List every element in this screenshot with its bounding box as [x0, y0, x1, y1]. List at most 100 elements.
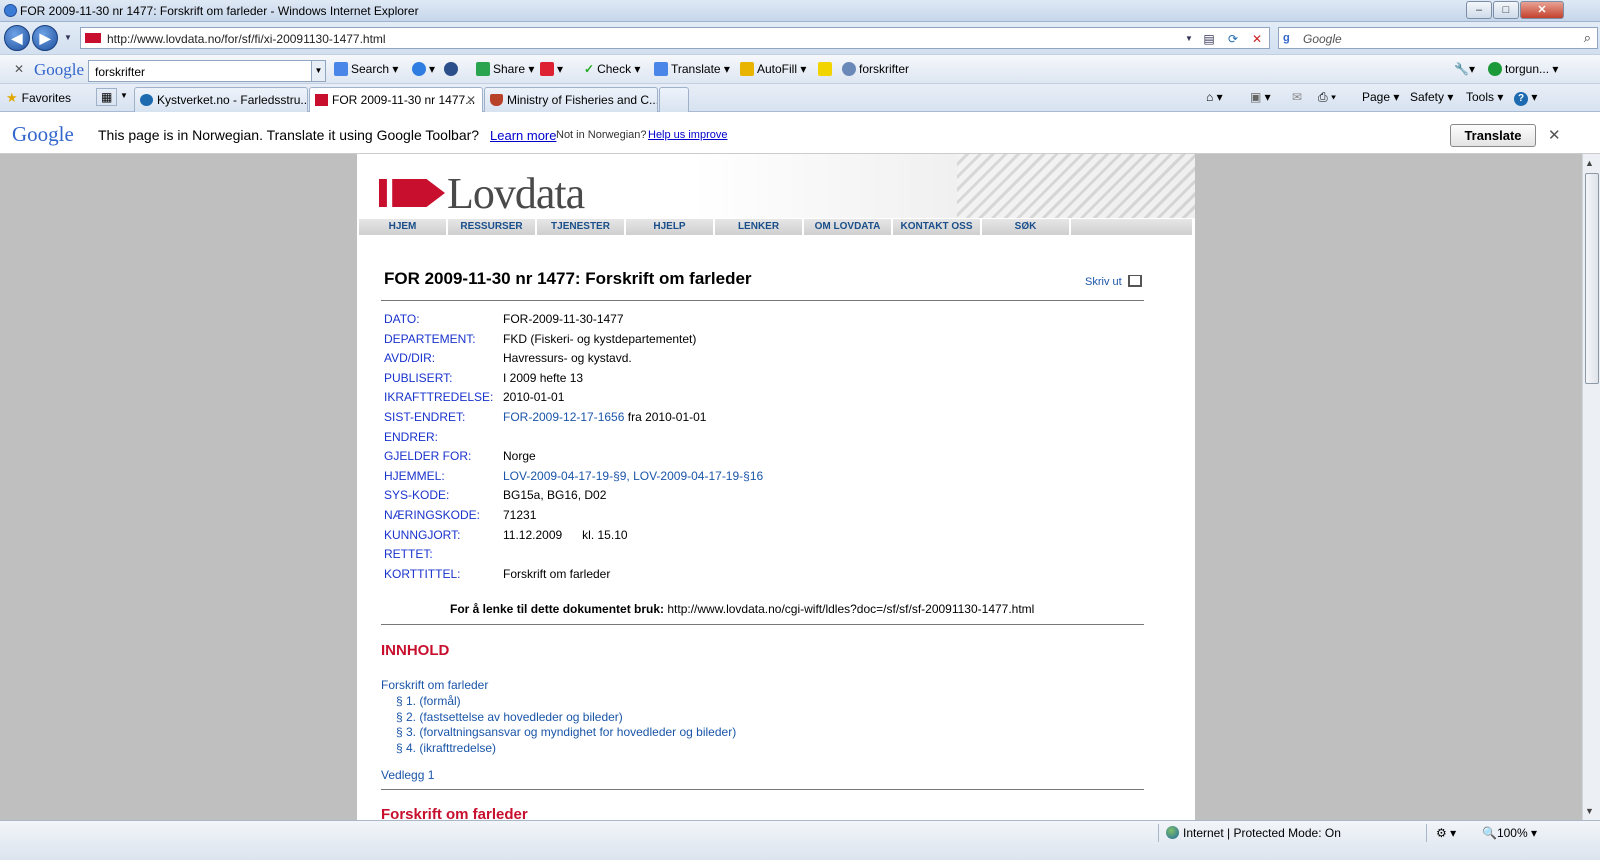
- refresh-icon[interactable]: ⟳: [1225, 31, 1241, 47]
- close-translate-bar-icon[interactable]: ✕: [1548, 126, 1561, 144]
- scroll-up-icon[interactable]: ▲: [1585, 158, 1594, 168]
- address-dropdown-icon[interactable]: ▼: [1181, 31, 1197, 47]
- page-menu[interactable]: Page ▾: [1362, 90, 1399, 104]
- zoom-icon: 🔍: [1482, 826, 1497, 840]
- maximize-button[interactable]: □: [1493, 1, 1519, 19]
- zoom-level[interactable]: 🔍100% ▾: [1482, 826, 1537, 840]
- meta-key: IKRAFTTREDELSE:: [384, 390, 494, 405]
- toc-link[interactable]: § 4. (ikrafttredelse): [396, 741, 496, 755]
- nav-ressurser[interactable]: RESSURSER: [448, 219, 536, 235]
- meta-value: I 2009 hefte 13: [503, 370, 584, 385]
- help-icon: ?: [1514, 92, 1528, 106]
- search-box[interactable]: g Google ⌕: [1278, 27, 1598, 49]
- mail-icon: ✉: [1292, 90, 1303, 104]
- scroll-down-icon[interactable]: ▼: [1585, 806, 1594, 816]
- toc-link[interactable]: § 3. (forvaltningsansvar og myndighet fo…: [396, 725, 736, 739]
- toc-link[interactable]: § 2. (fastsettelse av hovedleder og bile…: [396, 710, 623, 724]
- read-mail-button[interactable]: ✉: [1292, 90, 1302, 104]
- highlighter-icon: [818, 62, 832, 76]
- recent-pages-dropdown-icon[interactable]: ▼: [60, 30, 76, 46]
- tools-menu-label: Tools: [1466, 90, 1495, 104]
- section-heading: Forskrift om farleder: [381, 806, 528, 820]
- translate-message: This page is in Norwegian. Translate it …: [98, 127, 480, 143]
- tab-kystverket[interactable]: Kystverket.no - Farledsstru...: [134, 87, 308, 112]
- sist-endret-link[interactable]: FOR-2009-12-17-1656: [503, 410, 624, 424]
- popup-blocker-button[interactable]: [444, 62, 461, 76]
- toolbar-search-input[interactable]: forskrifter ▼: [88, 60, 326, 82]
- tab-lovdata[interactable]: FOR 2009-11-30 nr 1477... ✕: [309, 87, 483, 112]
- hjemmel-links[interactable]: LOV-2009-04-17-19-§9, LOV-2009-04-17-19-…: [503, 469, 763, 483]
- permalink-label: For å lenke til dette dokumentet bruk:: [450, 602, 665, 616]
- internet-globe-icon: [1166, 826, 1179, 839]
- home-icon: ⌂: [1206, 90, 1214, 104]
- stop-icon[interactable]: ✕: [1249, 31, 1265, 47]
- print-link[interactable]: Skriv ut: [1085, 275, 1142, 288]
- status-separator: [1158, 824, 1159, 842]
- vertical-scrollbar[interactable]: ▲ ▼: [1582, 154, 1600, 820]
- help-menu[interactable]: ? ▾: [1514, 90, 1537, 106]
- new-tab-button[interactable]: [659, 87, 689, 112]
- divider: [381, 789, 1144, 790]
- nav-lenker[interactable]: LENKER: [715, 219, 803, 235]
- autofill-button[interactable]: AutoFill ▾: [740, 62, 806, 76]
- tab-label: Kystverket.no - Farledsstru...: [157, 93, 308, 107]
- sidewiki-button[interactable]: ▾: [540, 62, 563, 76]
- meta-key: KORTTITTEL:: [384, 566, 461, 581]
- quick-tabs-icon[interactable]: ▦: [96, 88, 118, 106]
- nav-kontakt-oss[interactable]: KONTAKT OSS: [893, 219, 981, 235]
- nav-hjelp[interactable]: HJELP: [626, 219, 714, 235]
- forward-button[interactable]: ▶: [32, 25, 58, 51]
- back-button[interactable]: ◀: [4, 25, 30, 51]
- nav-tjenester[interactable]: TJENESTER: [537, 219, 625, 235]
- toc-heading: INNHOLD: [381, 642, 450, 659]
- toolbar-search-button[interactable]: Search ▾: [334, 62, 398, 76]
- close-tab-icon[interactable]: ✕: [466, 93, 476, 107]
- toc-link[interactable]: § 1. (formål): [396, 694, 461, 708]
- divider: [381, 624, 1144, 625]
- security-zone-label: Internet | Protected Mode: On: [1183, 826, 1341, 840]
- address-bar[interactable]: http://www.lovdata.no/for/sf/fi/xi-20091…: [80, 27, 1270, 49]
- compatibility-view-icon[interactable]: ▤: [1201, 31, 1217, 47]
- security-zone[interactable]: Internet | Protected Mode: On: [1166, 826, 1341, 840]
- translate-button[interactable]: Translate: [1450, 124, 1536, 147]
- tab-list-dropdown-icon[interactable]: ▼: [120, 91, 128, 100]
- search-term-button[interactable]: forskrifter: [842, 62, 909, 76]
- tab-label: Ministry of Fisheries and C...: [507, 93, 658, 107]
- meta-value: Havressurs- og kystavd.: [503, 351, 632, 366]
- account-button[interactable]: torgun... ▾: [1488, 62, 1558, 76]
- nav-hjem[interactable]: HJEM: [359, 219, 447, 235]
- close-window-button[interactable]: ✕: [1520, 1, 1564, 19]
- translate-toolbar-button[interactable]: Translate ▾: [654, 62, 730, 76]
- home-button[interactable]: ⌂ ▾: [1206, 90, 1223, 104]
- close-toolbar-icon[interactable]: ✕: [14, 62, 24, 76]
- meta-key: KUNNGJORT:: [384, 527, 461, 542]
- safety-menu[interactable]: Safety ▾: [1410, 90, 1453, 104]
- print-button[interactable]: ⎙ ▾: [1318, 90, 1336, 105]
- share-button[interactable]: Share ▾: [476, 62, 534, 76]
- meta-key: DATO:: [384, 312, 420, 326]
- nav-om-lovdata[interactable]: OM LOVDATA: [804, 219, 892, 235]
- learn-more-link[interactable]: Learn more: [490, 128, 556, 143]
- account-label: torgun...: [1505, 62, 1550, 76]
- scrollbar-thumb[interactable]: [1585, 173, 1599, 384]
- meta-value: 2010-01-01: [503, 390, 565, 405]
- highlight-button[interactable]: [818, 62, 835, 76]
- lovdata-mark-icon: [379, 179, 445, 207]
- nav-sok[interactable]: SØK: [982, 219, 1070, 235]
- lovdata-page: Lovdata HJEM RESSURSER TJENESTER HJELP L…: [357, 154, 1195, 820]
- help-us-improve-link[interactable]: Help us improve: [648, 129, 727, 141]
- tab-ministry[interactable]: Ministry of Fisheries and C...: [484, 87, 658, 112]
- settings-wrench-button[interactable]: 🔧▾: [1454, 62, 1475, 76]
- query-dropdown-icon[interactable]: ▼: [311, 61, 325, 81]
- google-logo-text: Google: [34, 60, 85, 79]
- tools-menu[interactable]: Tools ▾: [1466, 90, 1503, 104]
- minimize-button[interactable]: –: [1466, 1, 1492, 19]
- favorites-button[interactable]: ★ Favorites: [6, 90, 71, 106]
- spell-check-button[interactable]: ✓ Check ▾: [584, 62, 640, 76]
- toc-link[interactable]: Forskrift om farleder: [381, 678, 488, 692]
- plus-button[interactable]: ▾: [412, 62, 435, 76]
- protected-mode-button[interactable]: ⚙ ▾: [1436, 826, 1456, 840]
- search-icon[interactable]: ⌕: [1584, 30, 1591, 46]
- feeds-button[interactable]: ▣ ▾: [1250, 90, 1271, 104]
- appendix-link[interactable]: Vedlegg 1: [381, 768, 434, 782]
